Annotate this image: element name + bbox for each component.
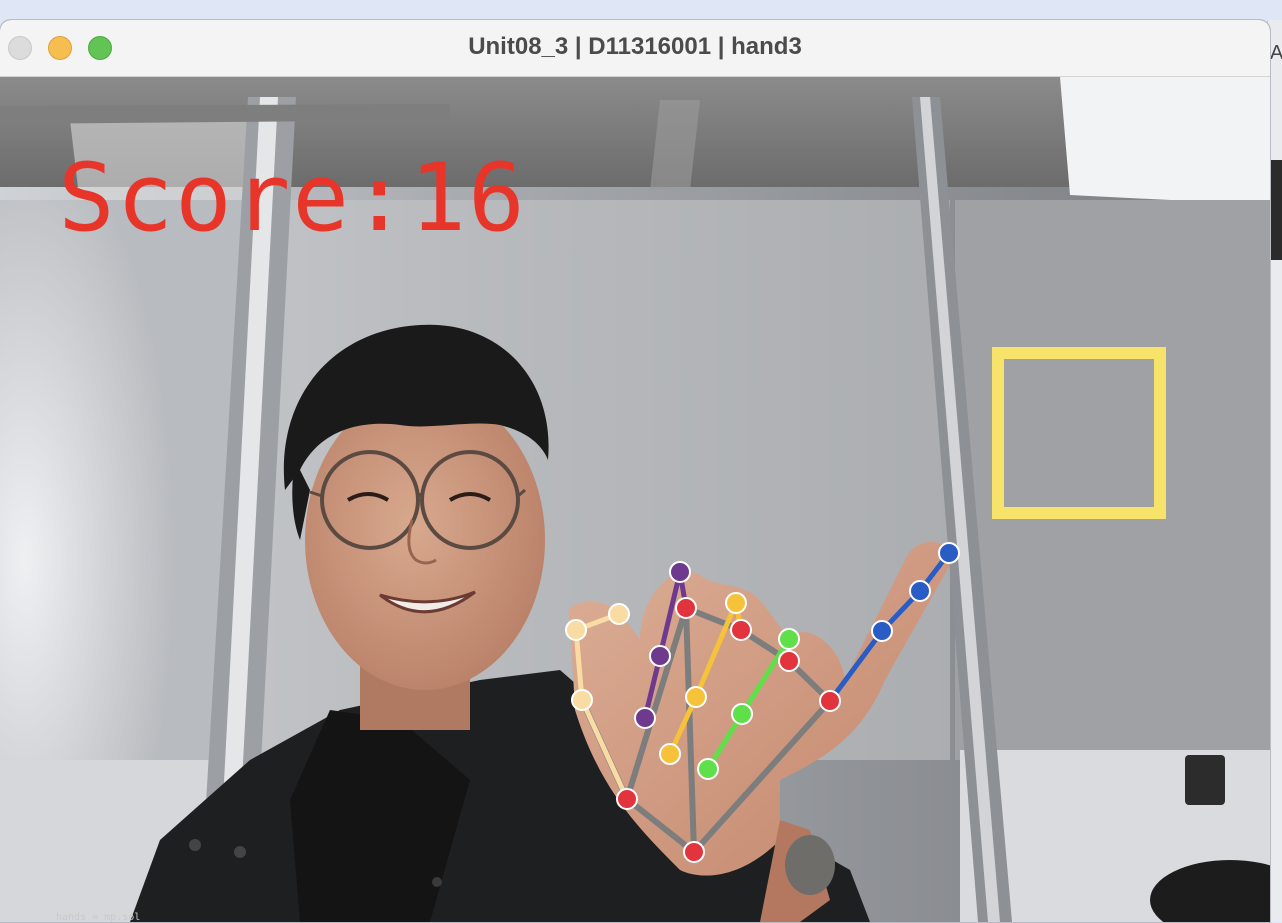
landmark-point (938, 542, 960, 564)
landmark-point (778, 628, 800, 650)
landmark-point (909, 580, 931, 602)
background-window-panel (1268, 160, 1282, 260)
landmark-point (731, 703, 753, 725)
landmark-point (608, 603, 630, 625)
landmark-point (730, 619, 752, 641)
background-code-fragment: hands = mp.sol (56, 912, 141, 923)
landmark-point (565, 619, 587, 641)
window-titlebar[interactable]: Unit08_3 | D11316001 | hand3 (0, 20, 1270, 77)
landmark-point (697, 758, 719, 780)
opencv-window: Unit08_3 | D11316001 | hand3 Score:16 (0, 20, 1270, 922)
landmark-point (649, 645, 671, 667)
landmark-point (871, 620, 893, 642)
landmark-point (685, 686, 707, 708)
score-overlay-text: Score:16 (58, 144, 527, 253)
landmark-point (778, 650, 800, 672)
landmark-point (683, 841, 705, 863)
landmark-point (659, 743, 681, 765)
window-title: Unit08_3 | D11316001 | hand3 (468, 33, 802, 60)
background-window-glyph: A (1270, 42, 1282, 64)
landmark-point (669, 561, 691, 583)
desktop-background (0, 0, 1282, 20)
landmark-point (634, 707, 656, 729)
landmark-point (819, 690, 841, 712)
landmark-point (616, 788, 638, 810)
landmark-point (725, 592, 747, 614)
landmark-point (675, 597, 697, 619)
landmark-point (571, 689, 593, 711)
